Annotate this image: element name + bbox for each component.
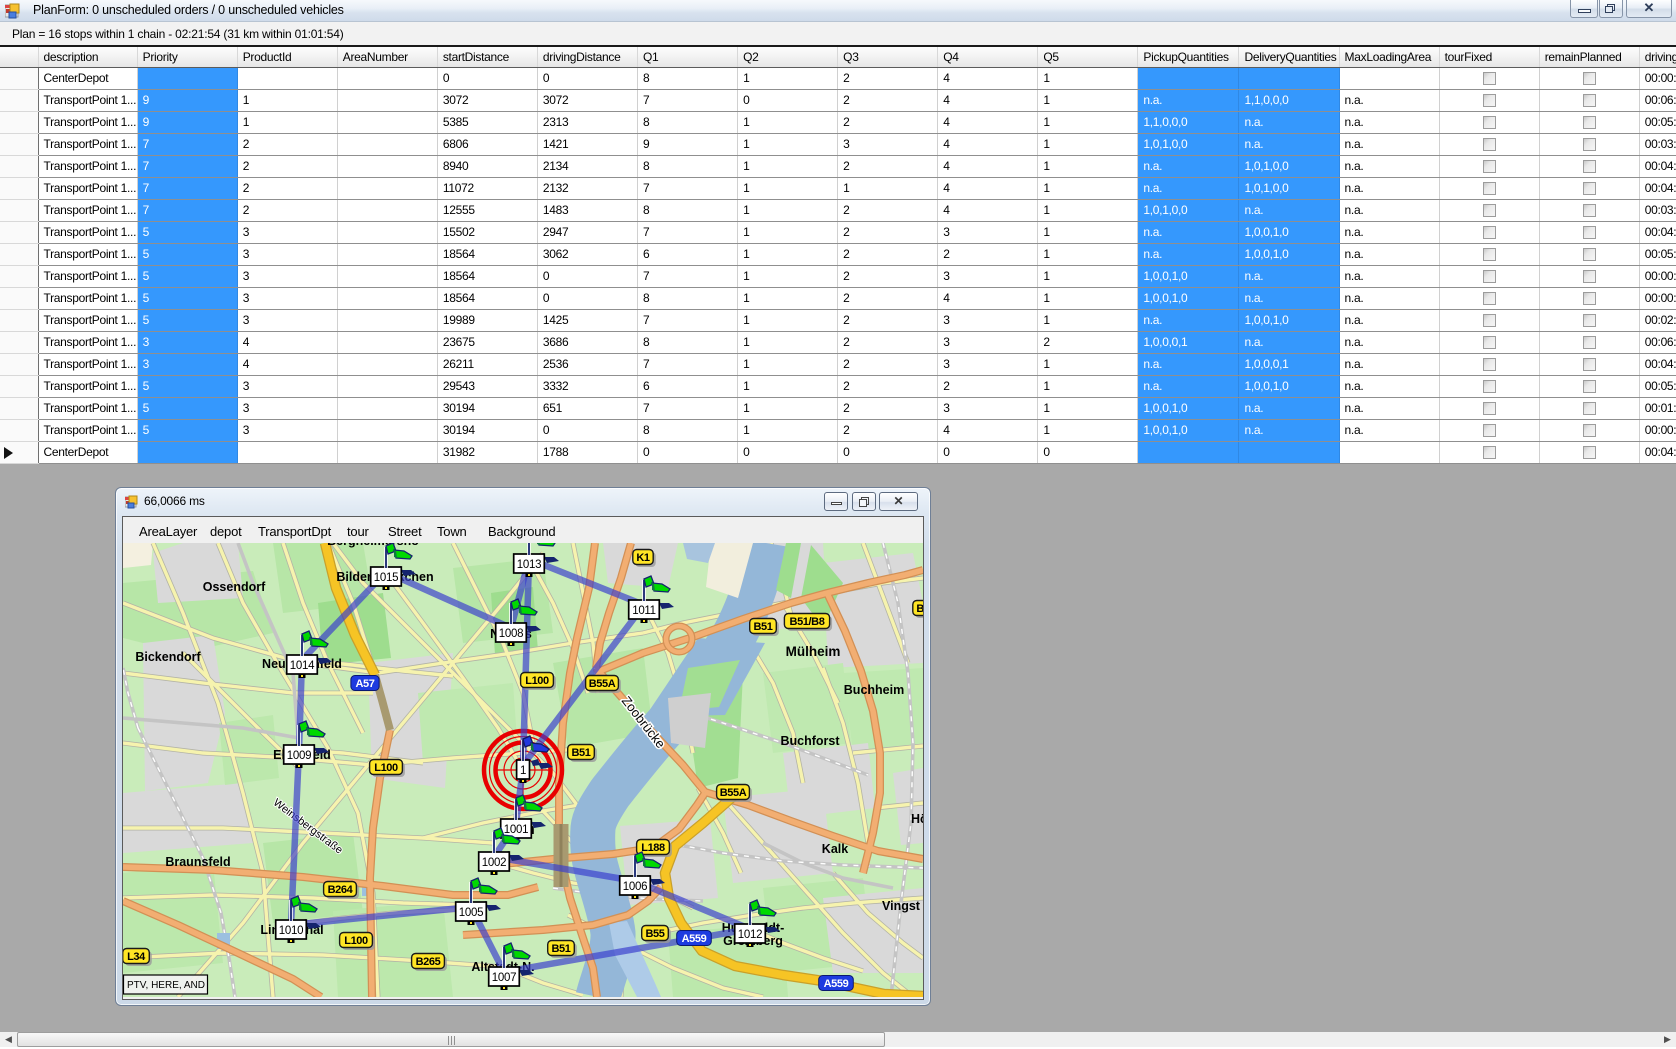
svg-text:B8: B8: [916, 603, 923, 615]
svg-text:PTV, HERE, AND: PTV, HERE, AND: [127, 980, 205, 991]
svg-text:Vingst: Vingst: [882, 899, 921, 913]
svg-text:Buchheim: Buchheim: [844, 683, 904, 697]
svg-text:B51: B51: [754, 621, 773, 633]
svg-text:1009: 1009: [287, 750, 311, 762]
svg-text:1005: 1005: [459, 907, 483, 919]
svg-text:L100: L100: [525, 675, 549, 687]
svg-text:B55: B55: [646, 928, 665, 940]
svg-text:1008: 1008: [499, 628, 523, 640]
svg-text:1015: 1015: [374, 572, 398, 584]
svg-text:1010: 1010: [279, 925, 303, 937]
svg-text:1001: 1001: [504, 824, 528, 836]
svg-text:B51: B51: [552, 943, 571, 955]
svg-text:Buchforst: Buchforst: [780, 734, 840, 748]
svg-text:B55A: B55A: [720, 787, 747, 799]
svg-text:Kalk: Kalk: [822, 842, 848, 856]
svg-text:1007: 1007: [492, 972, 516, 984]
svg-text:Bickendorf: Bickendorf: [135, 650, 201, 664]
svg-text:A57: A57: [356, 678, 375, 690]
svg-text:1013: 1013: [517, 559, 541, 571]
svg-text:B51/B8: B51/B8: [790, 616, 825, 628]
svg-text:B51: B51: [572, 747, 591, 759]
svg-text:A559: A559: [824, 978, 849, 990]
svg-text:1011: 1011: [632, 605, 656, 617]
svg-text:Höhenberg: Höhenberg: [911, 812, 923, 826]
svg-text:A559: A559: [682, 933, 707, 945]
svg-text:Mülheim: Mülheim: [786, 644, 841, 659]
svg-text:B55A: B55A: [589, 678, 616, 690]
svg-text:L34: L34: [127, 951, 146, 963]
svg-text:1006: 1006: [623, 881, 647, 893]
svg-text:1002: 1002: [482, 857, 506, 869]
svg-text:L100: L100: [344, 935, 368, 947]
svg-text:L188: L188: [641, 842, 665, 854]
svg-text:Ossendorf: Ossendorf: [203, 580, 266, 594]
svg-text:1: 1: [520, 765, 526, 777]
svg-text:K1: K1: [636, 552, 650, 564]
svg-text:1012: 1012: [738, 929, 762, 941]
svg-text:B264: B264: [328, 884, 354, 896]
svg-text:L100: L100: [374, 762, 398, 774]
svg-text:Bergheimersho: Bergheimersho: [327, 543, 419, 548]
svg-text:B265: B265: [416, 956, 441, 968]
svg-text:1014: 1014: [290, 660, 315, 672]
svg-text:Braunsfeld: Braunsfeld: [165, 855, 230, 869]
